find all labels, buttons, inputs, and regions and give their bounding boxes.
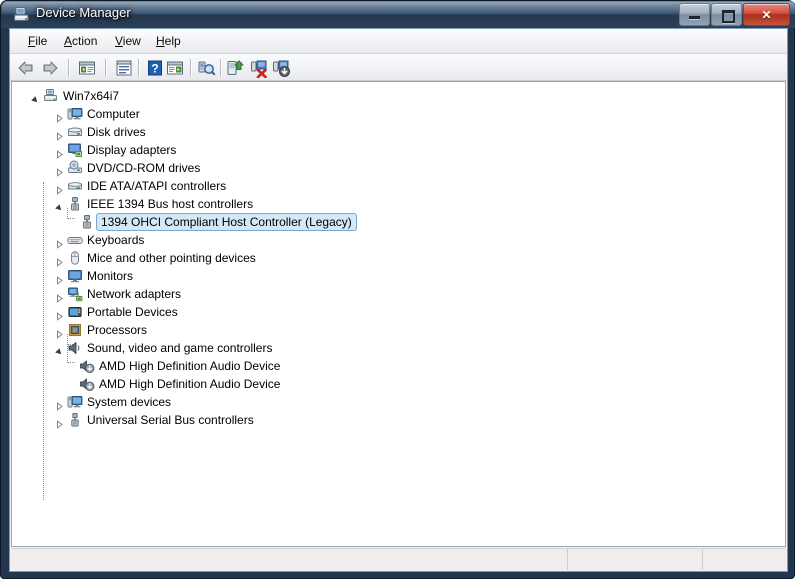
network-adapter-icon (67, 286, 83, 302)
tree-node-label: Monitors (87, 269, 134, 283)
menu-action[interactable]: Action (56, 33, 105, 49)
minimize-icon (689, 16, 700, 19)
resize-grip[interactable] (770, 555, 784, 569)
monitor-icon (67, 268, 83, 284)
tree-node-label: Disk drives (87, 125, 146, 139)
title-bar[interactable]: Device Manager ✕ (1, 1, 795, 28)
dvd-drive-icon (67, 160, 83, 176)
update-driver-button[interactable] (225, 58, 245, 78)
close-icon: ✕ (761, 7, 772, 22)
expand-triangle-icon[interactable] (55, 398, 64, 411)
tree-node-label: Mice and other pointing devices (87, 251, 256, 265)
tree-node-label: Win7x64i7 (63, 89, 120, 103)
usb-icon (67, 412, 83, 428)
tree-connector-root (43, 182, 44, 500)
client-area: File Action View Help ? Win7x64i7 Comput… (9, 28, 788, 572)
maximize-button[interactable] (711, 3, 742, 26)
ieee1394-icon (67, 196, 83, 212)
forward-button[interactable] (40, 58, 60, 78)
window-title: Device Manager (36, 5, 131, 20)
expand-triangle-icon[interactable] (55, 416, 64, 429)
display-adapter-icon (67, 142, 83, 158)
tree-node-label: AMD High Definition Audio Device (99, 359, 281, 373)
mouse-icon (67, 250, 83, 266)
uninstall-device-button[interactable] (249, 58, 269, 79)
tree-node-label: AMD High Definition Audio Device (99, 377, 281, 391)
status-pane-2 (567, 549, 703, 570)
properties-button[interactable] (114, 58, 134, 78)
back-button[interactable] (16, 58, 36, 78)
tree-node-label: Universal Serial Bus controllers (87, 413, 254, 427)
ide-controller-icon (67, 178, 83, 194)
device-tree[interactable]: Win7x64i7 Computer Disk drives Display a… (11, 81, 786, 547)
computer-root-icon (43, 88, 59, 104)
tree-node-label: Processors (87, 323, 148, 337)
minimize-button[interactable] (679, 3, 710, 26)
tree-node-label: Display adapters (87, 143, 177, 157)
tree-node-label: Sound, video and game controllers (87, 341, 273, 355)
menu-help[interactable]: Help (148, 33, 189, 49)
help-button[interactable]: ? (145, 58, 165, 78)
portable-device-icon (67, 304, 83, 320)
tree-node-label: Network adapters (87, 287, 182, 301)
computer-icon (67, 106, 83, 122)
expand-triangle-icon[interactable] (55, 182, 64, 195)
svg-text:?: ? (151, 62, 158, 76)
expand-triangle-icon[interactable] (55, 128, 64, 141)
tree-node-label: IEEE 1394 Bus host controllers (87, 197, 254, 211)
collapse-triangle-icon[interactable] (55, 200, 64, 211)
tree-node-label: System devices (87, 395, 172, 409)
tree-node-label: Computer (87, 107, 140, 121)
expand-triangle-icon[interactable] (55, 110, 64, 123)
scan-for-hardware-changes-button[interactable] (196, 58, 216, 78)
toolbar-separator-3 (138, 59, 139, 77)
expand-triangle-icon[interactable] (55, 272, 64, 285)
status-bar (11, 548, 786, 570)
tree-node-label: DVD/CD-ROM drives (87, 161, 201, 175)
tree-connector-sound-h2 (67, 362, 75, 363)
audio-device-icon (79, 358, 95, 374)
toolbar-separator-1 (68, 59, 69, 77)
sound-icon (67, 340, 83, 356)
menu-view[interactable]: View (107, 33, 149, 49)
toolbar-separator-2 (105, 59, 106, 77)
disable-device-button[interactable] (271, 58, 291, 78)
tree-node-label: Portable Devices (87, 305, 178, 319)
menu-bar: File Action View Help (10, 29, 787, 54)
system-device-icon (67, 394, 83, 410)
audio-device-icon (79, 376, 95, 392)
tree-connector-ieee1394-h (67, 218, 75, 219)
tree-node-label: IDE ATA/ATAPI controllers (87, 179, 227, 193)
close-button[interactable]: ✕ (743, 3, 790, 26)
show-hide-console-tree-button[interactable] (77, 58, 97, 78)
collapse-triangle-icon[interactable] (55, 344, 64, 355)
expand-triangle-icon[interactable] (55, 164, 64, 177)
expand-triangle-icon[interactable] (55, 290, 64, 303)
ieee1394-icon (79, 214, 95, 230)
tree-node-label: Keyboards (87, 233, 145, 247)
expand-triangle-icon[interactable] (55, 326, 64, 339)
disk-drive-icon (67, 124, 83, 140)
toolbar-separator-4 (190, 59, 191, 77)
keyboard-icon (67, 232, 83, 248)
expand-triangle-icon[interactable] (55, 308, 64, 321)
device-manager-icon (13, 6, 30, 23)
status-pane-1 (11, 549, 567, 570)
menu-file[interactable]: File (20, 33, 55, 49)
expand-triangle-icon[interactable] (55, 146, 64, 159)
maximize-icon (722, 10, 735, 23)
device-manager-window: Device Manager ✕ File Action View Help ?… (0, 0, 795, 579)
expand-triangle-icon[interactable] (55, 254, 64, 267)
show-hide-action-pane-button[interactable] (165, 58, 185, 78)
tree-node-label: 1394 OHCI Compliant Host Controller (Leg… (96, 213, 357, 231)
window-controls: ✕ (678, 3, 790, 26)
processor-icon (67, 322, 83, 338)
collapse-triangle-icon[interactable] (31, 92, 40, 103)
toolbar: ? (10, 54, 787, 81)
expand-triangle-icon[interactable] (55, 236, 64, 249)
toolbar-separator-5 (220, 59, 221, 77)
